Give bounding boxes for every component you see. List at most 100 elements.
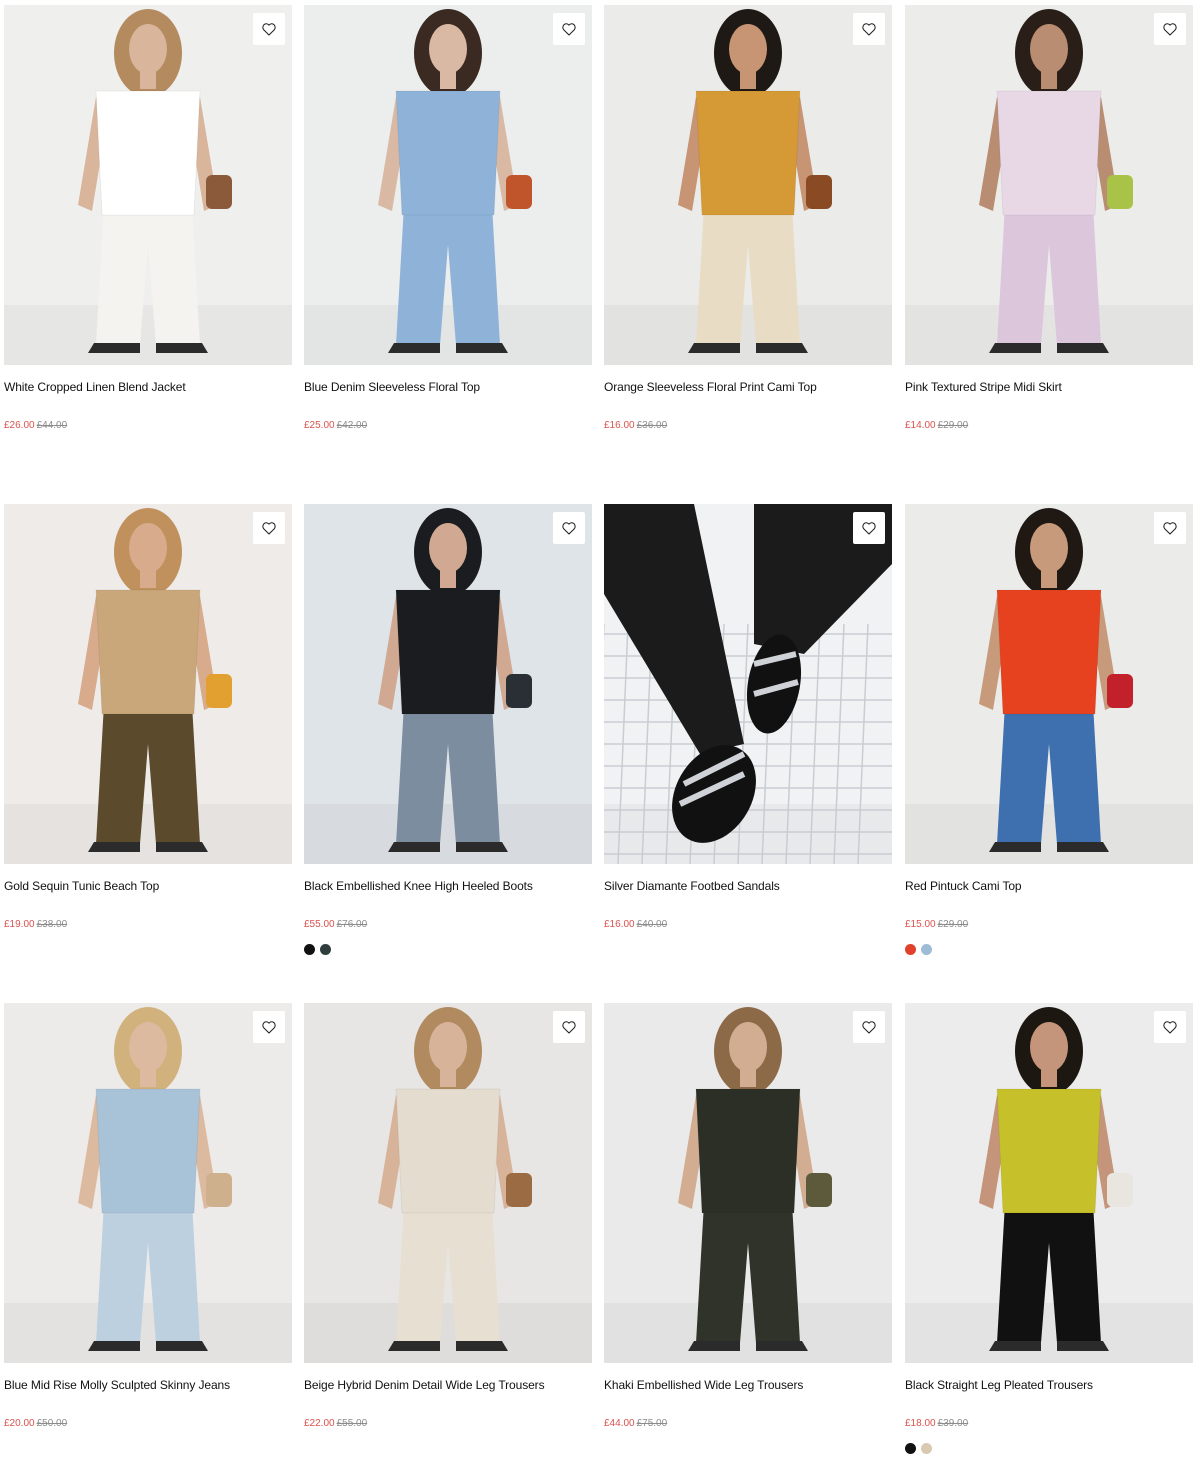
product-image-container[interactable]: [905, 1003, 1193, 1363]
product-image-container[interactable]: [4, 504, 292, 864]
product-image[interactable]: [905, 5, 1193, 365]
product-name[interactable]: Khaki Embellished Wide Leg Trousers: [604, 1377, 892, 1393]
product-price: £26.00 £44.00: [4, 419, 292, 433]
product-image[interactable]: [604, 5, 892, 365]
product-name[interactable]: Red Pintuck Cami Top: [905, 878, 1193, 894]
product-price: £14.00 £29.00: [905, 419, 1193, 433]
product-image-container[interactable]: [905, 5, 1193, 365]
original-price: £50.00: [36, 1418, 68, 1429]
product-card[interactable]: Beige Hybrid Denim Detail Wide Leg Trous…: [304, 1003, 592, 1431]
wishlist-button[interactable]: [1154, 1011, 1186, 1043]
product-image[interactable]: [4, 5, 292, 365]
color-swatch[interactable]: [320, 944, 331, 955]
product-name[interactable]: Black Embellished Knee High Heeled Boots: [304, 878, 592, 894]
product-image-container[interactable]: [4, 1003, 292, 1363]
product-name[interactable]: Orange Sleeveless Floral Print Cami Top: [604, 379, 892, 395]
heart-icon: [1163, 1020, 1177, 1034]
sale-price: £26.00: [4, 420, 35, 431]
wishlist-button[interactable]: [253, 1011, 285, 1043]
product-image[interactable]: [604, 504, 892, 864]
product-price: £22.00 £55.00: [304, 1417, 592, 1431]
product-name[interactable]: Blue Mid Rise Molly Sculpted Skinny Jean…: [4, 1377, 292, 1393]
product-image-container[interactable]: [604, 5, 892, 365]
heart-icon: [262, 22, 276, 36]
product-card[interactable]: Gold Sequin Tunic Beach Top £19.00 £38.00: [4, 504, 292, 932]
wishlist-button[interactable]: [553, 13, 585, 45]
heart-icon: [862, 22, 876, 36]
original-price: £44.00: [36, 420, 68, 431]
color-swatch[interactable]: [905, 944, 916, 955]
product-card[interactable]: Orange Sleeveless Floral Print Cami Top £…: [604, 5, 892, 433]
wishlist-button[interactable]: [553, 1011, 585, 1043]
product-price: £16.00 £36.00: [604, 419, 892, 433]
product-price: £18.00 £39.00: [905, 1417, 1193, 1431]
product-price: £55.00 £76.00: [304, 918, 592, 932]
heart-icon: [562, 1020, 576, 1034]
wishlist-button[interactable]: [1154, 13, 1186, 45]
product-card[interactable]: Silver Diamante Footbed Sandals £16.00 £40…: [604, 504, 892, 932]
product-name[interactable]: Silver Diamante Footbed Sandals: [604, 878, 892, 894]
product-name[interactable]: Beige Hybrid Denim Detail Wide Leg Trous…: [304, 1377, 592, 1393]
wishlist-button[interactable]: [1154, 512, 1186, 544]
heart-icon: [862, 521, 876, 535]
wishlist-button[interactable]: [853, 13, 885, 45]
product-card[interactable]: Khaki Embellished Wide Leg Trousers £44.0…: [604, 1003, 892, 1431]
product-price: £15.00 £29.00: [905, 918, 1193, 932]
color-swatches: [905, 1443, 1193, 1454]
product-price: £44.00 £75.00: [604, 1417, 892, 1431]
color-swatch[interactable]: [921, 1443, 932, 1454]
wishlist-button[interactable]: [853, 1011, 885, 1043]
product-image[interactable]: [304, 5, 592, 365]
original-price: £55.00: [336, 1418, 368, 1429]
wishlist-button[interactable]: [853, 512, 885, 544]
product-card[interactable]: Blue Denim Sleeveless Floral Top £25.00 £4…: [304, 5, 592, 433]
product-price: £20.00 £50.00: [4, 1417, 292, 1431]
color-swatch[interactable]: [921, 944, 932, 955]
product-image-container[interactable]: [304, 504, 592, 864]
product-price: £25.00 £42.00: [304, 419, 592, 433]
heart-icon: [262, 521, 276, 535]
original-price: £76.00: [336, 919, 368, 930]
product-card[interactable]: Pink Textured Stripe Midi Skirt £14.00 £29…: [905, 5, 1193, 433]
product-image[interactable]: [905, 504, 1193, 864]
wishlist-button[interactable]: [253, 512, 285, 544]
product-image[interactable]: [905, 1003, 1193, 1363]
product-card[interactable]: Black Straight Leg Pleated Trousers £18.0…: [905, 1003, 1193, 1454]
color-swatch[interactable]: [905, 1443, 916, 1454]
original-price: £36.00: [636, 420, 668, 431]
original-price: £40.00: [636, 919, 668, 930]
product-image[interactable]: [4, 1003, 292, 1363]
sale-price: £16.00: [604, 420, 635, 431]
product-name[interactable]: Black Straight Leg Pleated Trousers: [905, 1377, 1193, 1393]
original-price: £75.00: [636, 1418, 668, 1429]
product-card[interactable]: Blue Mid Rise Molly Sculpted Skinny Jean…: [4, 1003, 292, 1431]
product-image[interactable]: [4, 504, 292, 864]
product-grid: White Cropped Linen Blend Jacket £26.00 £4…: [0, 0, 1200, 1464]
wishlist-button[interactable]: [553, 512, 585, 544]
product-image[interactable]: [304, 1003, 592, 1363]
product-name[interactable]: Pink Textured Stripe Midi Skirt: [905, 379, 1193, 395]
product-name[interactable]: Blue Denim Sleeveless Floral Top: [304, 379, 592, 395]
product-image-container[interactable]: [604, 1003, 892, 1363]
product-image-container[interactable]: [604, 504, 892, 864]
product-image-container[interactable]: [304, 5, 592, 365]
product-card[interactable]: White Cropped Linen Blend Jacket £26.00 £4…: [4, 5, 292, 433]
wishlist-button[interactable]: [253, 13, 285, 45]
heart-icon: [262, 1020, 276, 1034]
product-image-container[interactable]: [905, 504, 1193, 864]
product-image-container[interactable]: [4, 5, 292, 365]
sale-price: £44.00: [604, 1418, 635, 1429]
sale-price: £55.00: [304, 919, 335, 930]
product-card[interactable]: Red Pintuck Cami Top £15.00 £29.00: [905, 504, 1193, 955]
product-image[interactable]: [304, 504, 592, 864]
color-swatch[interactable]: [304, 944, 315, 955]
product-name[interactable]: White Cropped Linen Blend Jacket: [4, 379, 292, 395]
product-card[interactable]: Black Embellished Knee High Heeled Boots…: [304, 504, 592, 955]
heart-icon: [562, 22, 576, 36]
product-image[interactable]: [604, 1003, 892, 1363]
product-price: £16.00 £40.00: [604, 918, 892, 932]
product-name[interactable]: Gold Sequin Tunic Beach Top: [4, 878, 292, 894]
color-swatches: [304, 944, 592, 955]
product-image-container[interactable]: [304, 1003, 592, 1363]
original-price: £38.00: [36, 919, 68, 930]
